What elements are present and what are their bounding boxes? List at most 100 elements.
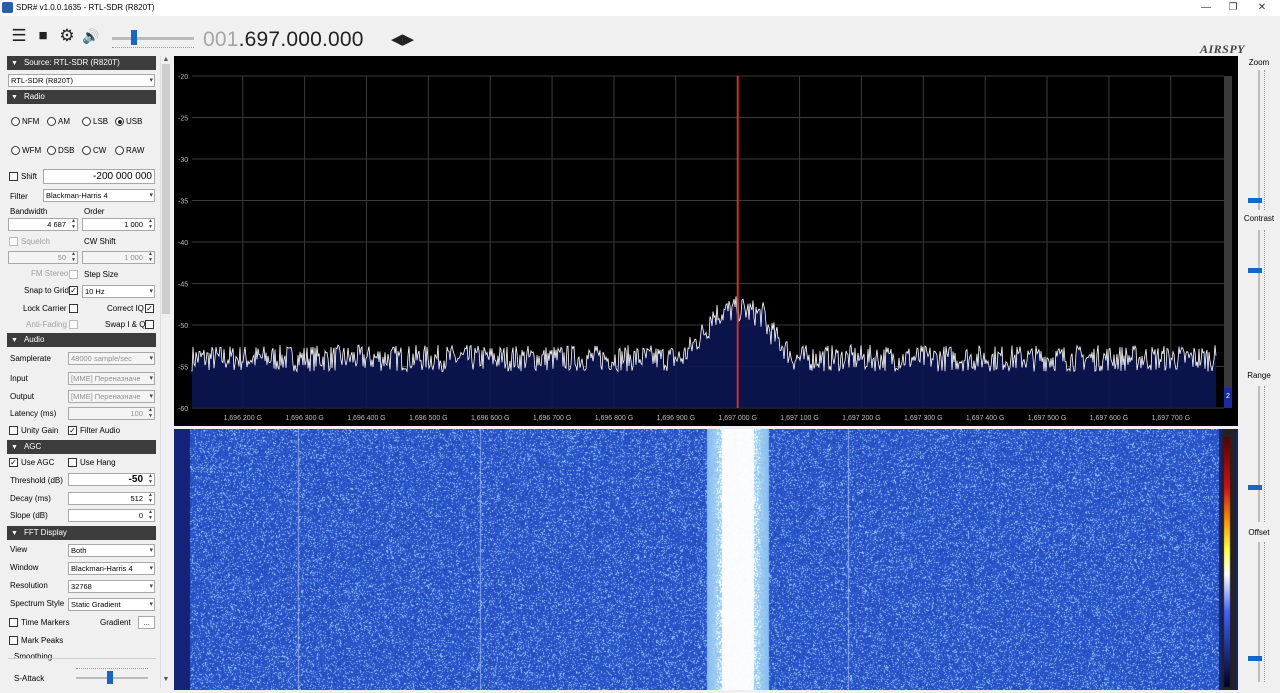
waterfall-canvas[interactable]	[174, 429, 1238, 690]
scrollbar-thumb[interactable]	[162, 64, 170, 314]
spin-icon[interactable]: ▲ ▼	[148, 473, 153, 485]
squelch-input[interactable]: 50 ▲ ▼	[8, 251, 78, 264]
lock-carrier-checkbox[interactable]	[69, 304, 78, 313]
scroll-down-icon[interactable]: ▼	[161, 676, 170, 683]
contrast-slider-thumb[interactable]	[1248, 268, 1262, 273]
spin-icon[interactable]: ▲ ▼	[148, 509, 153, 521]
frequency-display[interactable]: 001.697.000.000	[203, 28, 364, 52]
offset-slider-track[interactable]	[1258, 542, 1260, 682]
gradient-button[interactable]: ...	[138, 616, 155, 629]
scroll-up-icon[interactable]: ▲	[161, 56, 170, 63]
spin-icon[interactable]: ▲ ▼	[148, 407, 153, 419]
s-attack-thumb[interactable]	[107, 671, 113, 684]
anti-fading-label: Anti-Fading	[26, 320, 67, 329]
mode-radio-cw[interactable]	[82, 146, 91, 155]
source-section-header[interactable]: ▼ Source: RTL-SDR (R820T)	[7, 56, 156, 70]
tune-arrows-icon[interactable]: ◀▶	[391, 30, 414, 48]
cw-shift-input[interactable]: 1 000 ▲ ▼	[82, 251, 155, 264]
snap-to-grid-checkbox[interactable]: ✓	[69, 286, 78, 295]
mode-radio-raw[interactable]	[115, 146, 124, 155]
collapse-icon: ▼	[11, 337, 18, 344]
contrast-slider-track[interactable]	[1258, 230, 1260, 360]
offset-slider-thumb[interactable]	[1248, 656, 1262, 661]
decay-input[interactable]: 512 ▲ ▼	[68, 492, 155, 505]
spin-icon[interactable]: ▲ ▼	[71, 251, 76, 263]
slope-input[interactable]: 0 ▲ ▼	[68, 509, 155, 522]
order-input[interactable]: 1 000 ▲ ▼	[82, 218, 155, 231]
close-button[interactable]: ✕	[1246, 0, 1278, 16]
x-tick-label: 1,697 700 G	[1152, 415, 1191, 422]
x-tick-label: 1,696 900 G	[657, 415, 696, 422]
chevron-down-icon: ▾	[149, 288, 153, 295]
decay-value: 512	[130, 494, 143, 503]
mode-radio-am[interactable]	[47, 117, 56, 126]
maximize-button[interactable]: ❐	[1217, 0, 1249, 16]
audio-input-select[interactable]: [MME] Переназначе ▾	[68, 372, 155, 385]
agc-section-header[interactable]: ▼ AGC	[7, 440, 156, 454]
filter-audio-checkbox[interactable]: ✓	[68, 426, 77, 435]
zoom-label: Zoom	[1248, 58, 1270, 67]
spin-icon[interactable]: ▲ ▼	[71, 218, 76, 230]
view-select[interactable]: Both ▾	[68, 544, 155, 557]
waterfall-display[interactable]	[174, 429, 1238, 690]
spectrum-plot[interactable]: -20 -25 -30 -35 -40 -45 -50 -55 -60 1,696 200 G 1,…	[174, 56, 1238, 426]
y-tick-label: -40	[178, 240, 188, 247]
mode-radio-dsb[interactable]	[47, 146, 56, 155]
swap-iq-checkbox[interactable]	[145, 320, 154, 329]
fft-section-header[interactable]: ▼ FFT Display	[7, 526, 156, 540]
volume-slider-thumb[interactable]	[131, 30, 137, 45]
collapse-icon: ▼	[11, 444, 18, 451]
audio-input-value: [MME] Переназначе	[71, 374, 141, 383]
spectrum-analyzer[interactable]: -20 -25 -30 -35 -40 -45 -50 -55 -60 1,696 200 G 1,…	[174, 56, 1238, 426]
stop-icon[interactable]: ■	[33, 27, 53, 45]
contrast-slider-ticks	[1264, 230, 1267, 360]
source-device-select[interactable]: RTL-SDR (R820T) ▾	[8, 74, 155, 87]
gear-icon[interactable]: ⚙	[57, 27, 77, 45]
shift-value-input[interactable]: -200 000 000	[43, 169, 155, 184]
window-select[interactable]: Blackman-Harris 4 ▾	[68, 562, 155, 575]
spin-icon[interactable]: ▲ ▼	[148, 492, 153, 504]
correct-iq-checkbox[interactable]: ✓	[145, 304, 154, 313]
volume-slider-track[interactable]	[112, 37, 194, 40]
fm-stereo-checkbox[interactable]	[69, 270, 78, 279]
menu-icon[interactable]: ☰	[9, 27, 29, 45]
mode-label-usb: USB	[126, 117, 143, 126]
zoom-slider-track[interactable]	[1258, 70, 1260, 210]
anti-fading-checkbox[interactable]	[69, 320, 78, 329]
zoom-slider-thumb[interactable]	[1248, 198, 1262, 203]
spin-icon[interactable]: ▲ ▼	[148, 251, 153, 263]
mode-radio-usb[interactable]	[115, 117, 124, 126]
y-tick-label: -50	[178, 323, 188, 330]
latency-label: Latency (ms)	[10, 409, 57, 418]
mode-radio-nfm[interactable]	[11, 117, 20, 126]
filter-select[interactable]: Blackman-Harris 4 ▾	[43, 189, 155, 202]
spin-icon[interactable]: ▲ ▼	[148, 218, 153, 230]
range-slider-track[interactable]	[1258, 386, 1260, 522]
mode-radio-lsb[interactable]	[82, 117, 91, 126]
mark-peaks-checkbox[interactable]	[9, 636, 18, 645]
use-agc-checkbox[interactable]: ✓	[9, 458, 18, 467]
step-size-select[interactable]: 10 Hz ▾	[82, 285, 155, 298]
toolbar: ☰ ■ ⚙ 🔊 001.697.000.000 ◀▶ AIRSPY	[0, 16, 1280, 56]
zoom-badge: 2	[1226, 393, 1230, 400]
resolution-select[interactable]: 32768 ▾	[68, 580, 155, 593]
spectrum-style-select[interactable]: Static Gradient ▾	[68, 598, 155, 611]
audio-output-select[interactable]: [MME] Переназначе ▾	[68, 390, 155, 403]
samplerate-select[interactable]: 48000 sample/sec ▾	[68, 352, 155, 365]
left-panel-scrollbar[interactable]: ▲ ▼	[160, 56, 170, 688]
audio-section-header[interactable]: ▼ Audio	[7, 333, 156, 347]
threshold-input[interactable]: -50 ▲ ▼	[68, 473, 155, 486]
time-markers-checkbox[interactable]	[9, 618, 18, 627]
latency-input[interactable]: 100 ▲ ▼	[68, 407, 155, 420]
volume-icon[interactable]: 🔊	[81, 27, 101, 45]
unity-gain-checkbox[interactable]	[9, 426, 18, 435]
bandwidth-input[interactable]: 4 687 ▲ ▼	[8, 218, 78, 231]
shift-checkbox[interactable]	[9, 172, 18, 181]
radio-section-header[interactable]: ▼ Radio	[7, 90, 156, 104]
mode-radio-wfm[interactable]	[11, 146, 20, 155]
squelch-checkbox[interactable]	[9, 237, 18, 246]
lock-carrier-label: Lock Carrier	[23, 304, 67, 313]
use-hang-checkbox[interactable]	[68, 458, 77, 467]
use-agc-label: Use AGC	[21, 458, 55, 467]
range-slider-thumb[interactable]	[1248, 485, 1262, 490]
